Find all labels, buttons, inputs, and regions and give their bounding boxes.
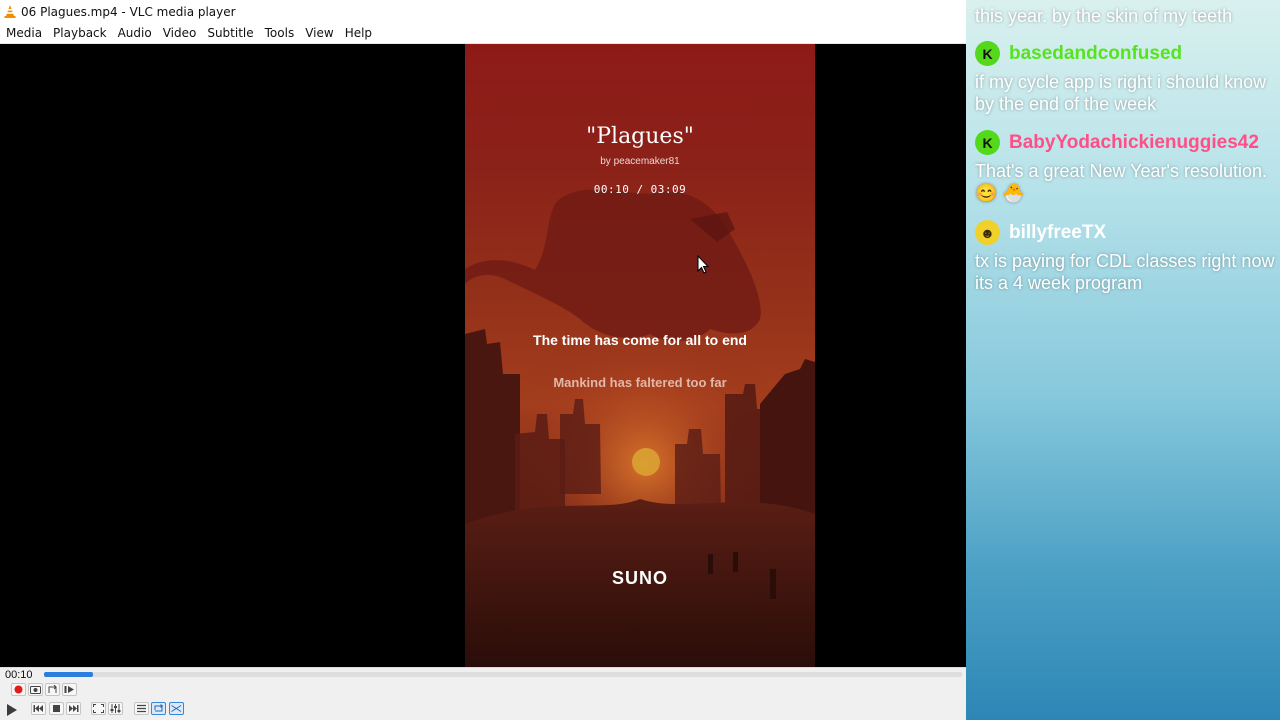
menu-help[interactable]: Help — [339, 26, 377, 40]
menu-media[interactable]: Media — [0, 26, 47, 40]
smiley-badge-icon: ☻ — [975, 220, 1000, 245]
play-icon — [7, 704, 17, 716]
loop-button[interactable] — [151, 702, 166, 715]
loop-ab-icon — [48, 685, 57, 693]
fullscreen-button[interactable] — [91, 702, 106, 715]
chat-message-text: if my cycle app is right i should know b… — [975, 72, 1267, 114]
chat-username-row: K basedandconfused — [975, 41, 1182, 66]
shuffle-button[interactable] — [169, 702, 184, 715]
elapsed-time: 00:10 — [5, 669, 33, 681]
loop-ab-button[interactable] — [45, 683, 60, 696]
chat-panel: this year. by the skin of my teeth K bas… — [966, 0, 1280, 720]
menu-playback[interactable]: Playback — [47, 26, 112, 40]
record-button[interactable] — [11, 683, 26, 696]
menu-view[interactable]: View — [299, 26, 338, 40]
playlist-icon — [137, 704, 146, 713]
lyric-next: Mankind has faltered too far — [553, 375, 727, 390]
song-title: "Plagues" — [586, 124, 694, 149]
playlist-button[interactable] — [134, 702, 149, 715]
mouse-cursor-icon — [697, 255, 709, 274]
chat-username: BabyYodachickienuggies42 — [1009, 131, 1259, 153]
control-bar: 00:10 — [0, 667, 966, 720]
vlc-window: 06 Plagues.mp4 - VLC media player Media … — [0, 0, 966, 720]
stop-icon — [53, 705, 60, 712]
record-icon — [14, 685, 23, 694]
chat-username: billyfreeTX — [1009, 221, 1107, 243]
equalizer-icon — [110, 704, 121, 713]
stop-button[interactable] — [49, 702, 64, 715]
chat-message-text: this year. by the skin of my teeth — [975, 6, 1233, 26]
menu-audio[interactable]: Audio — [112, 26, 157, 40]
loop-icon — [154, 704, 164, 712]
video-area[interactable]: "Plagues" by peacemaker81 00:10 / 03:09 … — [0, 44, 966, 667]
chat-username: basedandconfused — [1009, 42, 1183, 64]
previous-icon — [33, 705, 43, 712]
chat-message-text: That's a great New Year's resolution. 😊 … — [975, 161, 1268, 203]
menu-bar: Media Playback Audio Video Subtitle Tool… — [0, 23, 966, 44]
play-button[interactable] — [3, 701, 21, 719]
kick-badge-icon: K — [975, 130, 1000, 155]
extended-settings-button[interactable] — [108, 702, 123, 715]
menu-tools[interactable]: Tools — [259, 26, 300, 40]
frame-step-icon — [64, 686, 74, 693]
frame-step-button[interactable] — [62, 683, 77, 696]
seek-progress — [44, 672, 93, 677]
fullscreen-icon — [93, 704, 104, 713]
lyric-current: The time has come for all to end — [533, 332, 747, 348]
chat-username-row: ☻ billyfreeTX — [975, 220, 1106, 245]
shuffle-icon — [171, 705, 182, 712]
suno-logo: SUNO — [611, 568, 668, 588]
title-bar: 06 Plagues.mp4 - VLC media player — [0, 0, 966, 23]
snapshot-button[interactable] — [28, 683, 43, 696]
previous-button[interactable] — [31, 702, 46, 715]
song-author: by peacemaker81 — [600, 156, 680, 167]
window-title: 06 Plagues.mp4 - VLC media player — [21, 4, 236, 19]
kick-badge-icon: K — [975, 41, 1000, 66]
camera-icon — [30, 686, 41, 694]
menu-video[interactable]: Video — [157, 26, 202, 40]
chat-message-text: tx is paying for CDL classes right now i… — [975, 251, 1275, 293]
menu-subtitle[interactable]: Subtitle — [201, 26, 258, 40]
next-button[interactable] — [66, 702, 81, 715]
song-time: 00:10 / 03:09 — [593, 183, 687, 196]
vlc-cone-icon — [4, 5, 16, 18]
chat-username-row: K BabyYodachickienuggies42 — [975, 130, 1259, 155]
seek-slider[interactable] — [44, 672, 962, 677]
video-frame: "Plagues" by peacemaker81 00:10 / 03:09 … — [465, 44, 815, 667]
screen: 06 Plagues.mp4 - VLC media player Media … — [0, 0, 1280, 720]
next-icon — [69, 705, 79, 712]
